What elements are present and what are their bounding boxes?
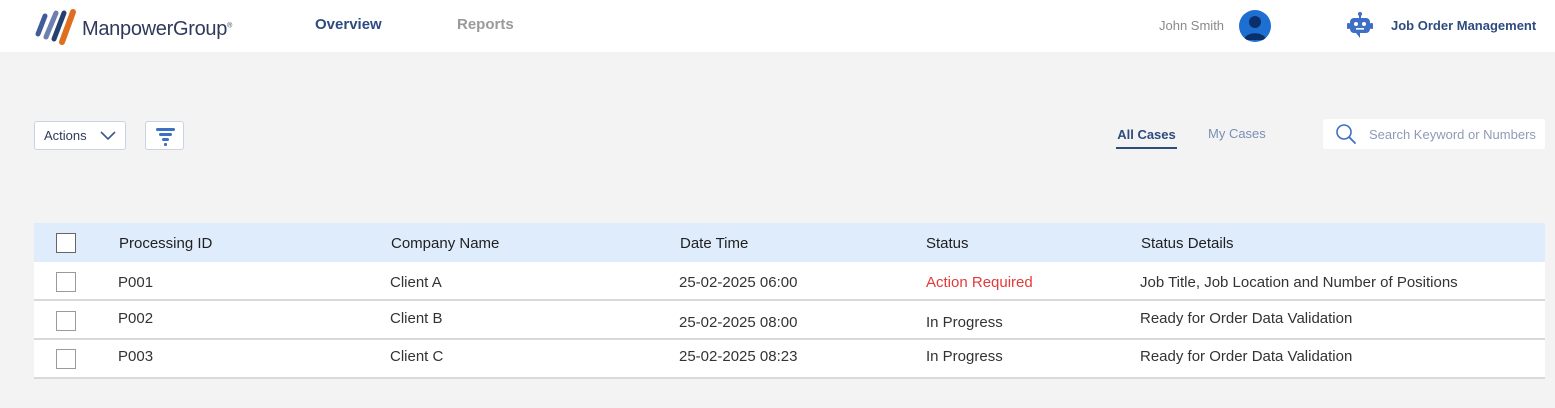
column-header-date-time[interactable]: Date Time	[680, 235, 748, 252]
status-details-cell: Ready for Order Data Validation	[1140, 348, 1353, 365]
column-header-company-name[interactable]: Company Name	[391, 235, 499, 252]
table-row[interactable]: P003 Client C 25-02-2025 08:23 In Progre…	[34, 340, 1545, 379]
search-box	[1323, 119, 1545, 149]
status-cell: In Progress	[926, 348, 1003, 365]
processing-id-cell: P002	[118, 310, 154, 327]
row-checkbox[interactable]	[56, 272, 76, 292]
brand-logo[interactable]: ManpowerGroup®	[34, 8, 232, 46]
processing-id-cell: P001	[118, 274, 154, 291]
app-title[interactable]: Job Order Management	[1391, 18, 1536, 33]
status-cell: In Progress	[926, 314, 1003, 331]
search-input[interactable]	[1369, 125, 1541, 143]
chevron-down-icon	[100, 131, 116, 141]
avatar[interactable]	[1239, 10, 1271, 42]
top-navigation-bar: ManpowerGroup® Overview Reports John Smi…	[0, 0, 1555, 52]
date-time-cell: 25-02-2025 08:23	[679, 348, 798, 365]
table-row[interactable]: P002 Client B 25-02-2025 08:00 In Progre…	[34, 301, 1545, 340]
column-header-status[interactable]: Status	[926, 235, 969, 252]
filter-icon	[156, 128, 175, 146]
row-checkbox[interactable]	[56, 311, 76, 331]
user-avatar-icon	[1244, 16, 1266, 40]
robot-icon	[1347, 12, 1373, 38]
actions-label: Actions	[44, 128, 87, 143]
nav-overview[interactable]: Overview	[315, 16, 382, 33]
table-header-row: Processing ID Company Name Date Time Sta…	[34, 223, 1545, 262]
cases-table: Processing ID Company Name Date Time Sta…	[34, 223, 1545, 379]
column-header-status-details[interactable]: Status Details	[1141, 235, 1234, 252]
brand-name: ManpowerGroup®	[82, 17, 232, 40]
processing-id-cell: P003	[118, 348, 154, 365]
tab-my-cases[interactable]: My Cases	[1208, 126, 1266, 141]
tab-all-cases[interactable]: All Cases	[1116, 127, 1177, 149]
select-all-checkbox[interactable]	[56, 233, 76, 253]
search-icon[interactable]	[1335, 123, 1357, 145]
date-time-cell: 25-02-2025 08:00	[679, 314, 798, 331]
filter-button[interactable]	[145, 121, 184, 150]
company-name-cell: Client C	[390, 348, 444, 365]
column-header-processing-id[interactable]: Processing ID	[119, 235, 212, 252]
date-time-cell: 25-02-2025 06:00	[679, 274, 798, 291]
user-name: John Smith	[1159, 18, 1225, 33]
nav-reports[interactable]: Reports	[457, 16, 514, 33]
row-checkbox[interactable]	[56, 349, 76, 369]
status-details-cell: Ready for Order Data Validation	[1140, 310, 1353, 327]
status-cell: Action Required	[926, 274, 1033, 291]
company-name-cell: Client A	[390, 274, 442, 291]
table-row[interactable]: P001 Client A 25-02-2025 06:00 Action Re…	[34, 262, 1545, 301]
manpower-logo-icon	[35, 9, 76, 45]
company-name-cell: Client B	[390, 310, 443, 327]
actions-dropdown[interactable]: Actions	[34, 121, 126, 150]
status-details-cell: Job Title, Job Location and Number of Po…	[1140, 274, 1458, 291]
